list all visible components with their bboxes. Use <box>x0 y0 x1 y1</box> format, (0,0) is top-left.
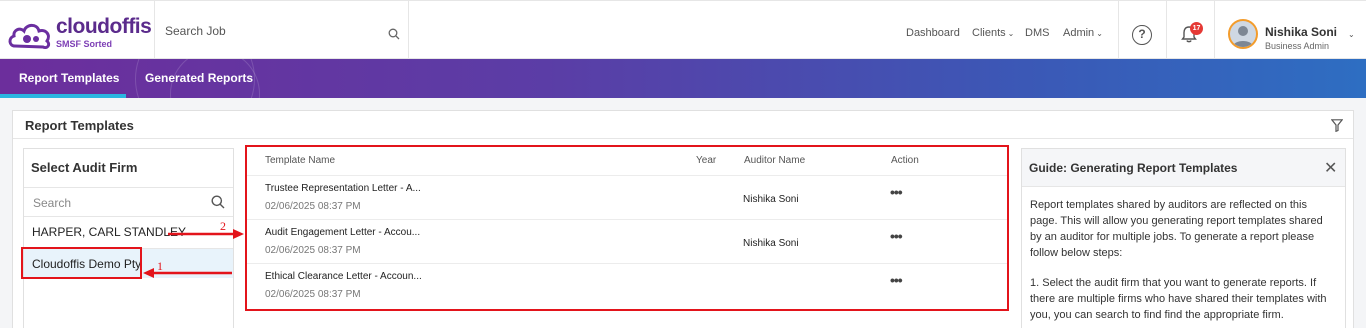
annotation-step-2: 2 <box>220 219 226 233</box>
arrow-head <box>233 229 244 239</box>
annotation-arrows <box>143 229 244 278</box>
annotation-step-1: 1 <box>157 259 163 273</box>
arrow-head <box>143 268 154 278</box>
